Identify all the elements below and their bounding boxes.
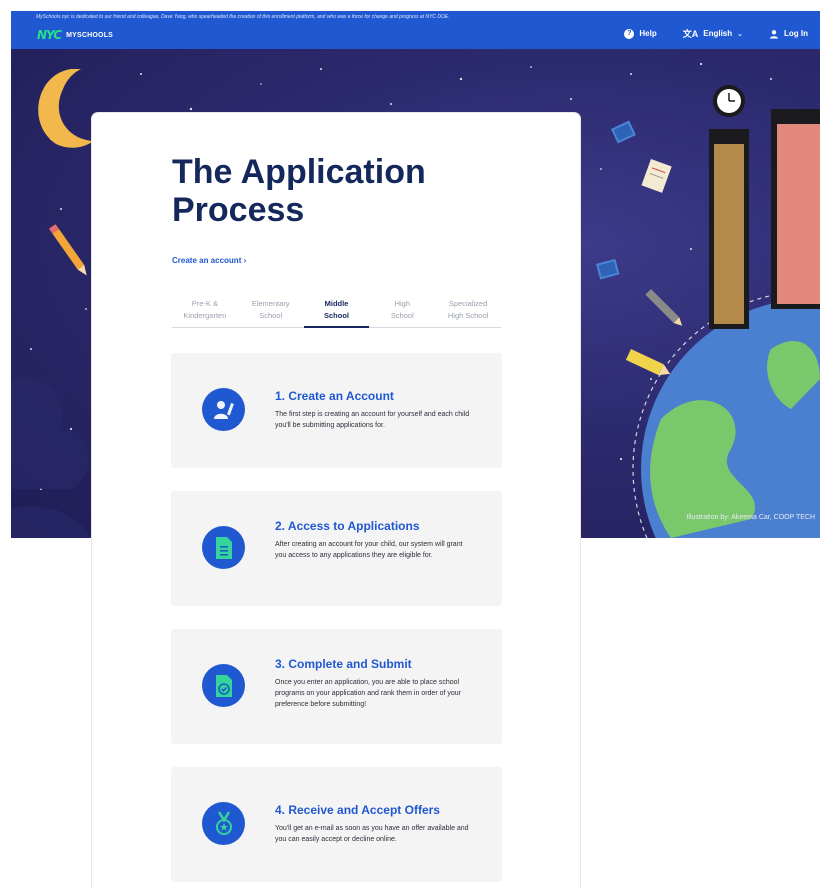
tab-elementary-school[interactable]: Elementary School xyxy=(238,298,304,327)
login-button[interactable]: Log In xyxy=(769,29,808,39)
brand-name: MYSCHOOLS xyxy=(66,31,114,39)
create-account-link[interactable]: Create an account › xyxy=(172,256,246,265)
tab-label-line1: Pre-K & xyxy=(191,299,219,308)
step-card-create-account: 1. Create an Account The first step is c… xyxy=(171,353,502,468)
medal-icon xyxy=(202,802,245,845)
school-level-tabs: Pre-K & Kindergarten Elementary School M… xyxy=(172,298,501,328)
tab-label-line1: Middle xyxy=(324,299,349,308)
step-title: 4. Receive and Accept Offers xyxy=(275,803,440,817)
step-description: After creating an account for your child… xyxy=(275,541,463,559)
tab-label-line2: School xyxy=(323,311,349,320)
illustration-credit: Illustration by: Akeema Car, COOP TECH xyxy=(686,514,815,521)
step-title: 1. Create an Account xyxy=(275,389,394,403)
question-icon: ? xyxy=(624,28,635,39)
chevron-down-icon: ⌄ xyxy=(737,30,743,38)
tab-high-school[interactable]: High School xyxy=(369,298,435,327)
step-title: 3. Complete and Submit xyxy=(275,657,412,671)
document-check-icon xyxy=(202,664,245,707)
step-card-access-applications: 2. Access to Applications After creating… xyxy=(171,491,502,606)
person-edit-icon xyxy=(202,388,245,431)
application-process-card: The Application Process Create an accoun… xyxy=(92,113,580,888)
translate-icon: 文A xyxy=(682,29,699,39)
login-label: Log In xyxy=(784,29,808,38)
step-description: Once you enter an application, you are a… xyxy=(275,679,461,708)
tab-label-line2: Kindergarten xyxy=(183,311,227,320)
brand-logo[interactable]: NYC MYSCHOOLS xyxy=(37,28,113,42)
top-nav: ? Help 文A English ⌄ Log In xyxy=(624,27,808,40)
tab-label-line2: High School xyxy=(447,311,489,320)
top-bar: MySchools.nyc is dedicated to our friend… xyxy=(11,11,820,49)
tab-label-line1: Elementary xyxy=(251,299,290,308)
tab-label-line2: School xyxy=(259,311,283,320)
step-title: 2. Access to Applications xyxy=(275,519,420,533)
tab-label-line2: School xyxy=(390,311,414,320)
step-card-complete-submit: 3. Complete and Submit Once you enter an… xyxy=(171,629,502,744)
help-label: Help xyxy=(639,29,657,38)
nyc-logo: NYC xyxy=(37,28,62,42)
language-label: English xyxy=(703,29,733,38)
user-icon xyxy=(770,29,778,38)
tab-prek-kindergarten[interactable]: Pre-K & Kindergarten xyxy=(172,298,238,327)
language-selector[interactable]: 文A English ⌄ xyxy=(683,27,743,40)
tab-specialized-high-school[interactable]: Specialized High School xyxy=(435,298,501,327)
tab-label-line1: High xyxy=(394,299,410,308)
dedication-text: MySchools.nyc is dedicated to our friend… xyxy=(36,14,450,20)
tab-middle-school[interactable]: Middle School xyxy=(303,298,370,328)
page-title: The Application Process xyxy=(172,153,426,229)
document-icon xyxy=(202,526,245,569)
step-card-receive-offers: 4. Receive and Accept Offers You'll get … xyxy=(171,767,502,882)
step-description: The first step is creating an account fo… xyxy=(275,411,470,429)
help-button[interactable]: ? Help xyxy=(624,28,657,39)
tab-label-line1: Specialized xyxy=(448,299,488,308)
step-description: You'll get an e-mail as soon as you have… xyxy=(275,825,469,843)
